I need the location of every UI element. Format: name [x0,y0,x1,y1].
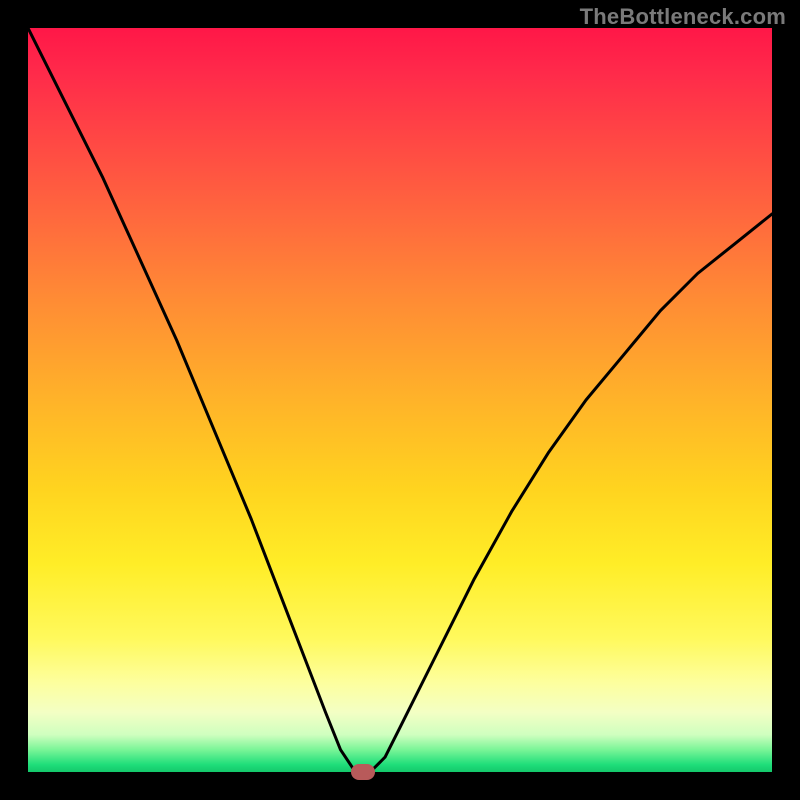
bottleneck-curve [28,28,772,772]
watermark-label: TheBottleneck.com [580,4,786,30]
chart-container: TheBottleneck.com [0,0,800,800]
plot-area [28,28,772,772]
optimal-point-marker [351,764,375,780]
